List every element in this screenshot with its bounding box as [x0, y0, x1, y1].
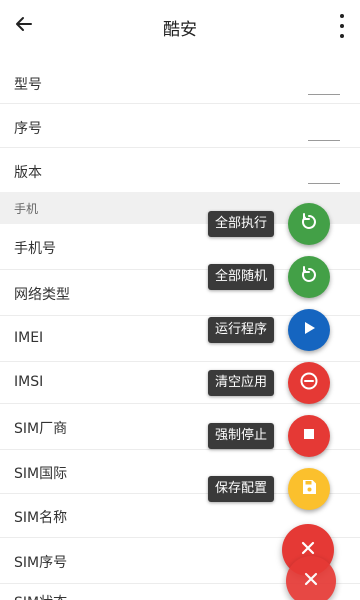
- field-label: 网络类型: [14, 287, 70, 303]
- field-label: IMSI: [14, 374, 44, 390]
- fab-label-force-stop[interactable]: 强制停止: [207, 423, 274, 449]
- field-label: SIM状态: [14, 592, 67, 600]
- field-label: SIM名称: [14, 510, 68, 526]
- field-row-model[interactable]: 型号: [0, 60, 360, 104]
- save-config-button[interactable]: [288, 468, 330, 510]
- field-value-empty: [308, 183, 340, 184]
- fab-label-run-app[interactable]: 运行程序: [207, 317, 274, 343]
- fab-label-clear-app[interactable]: 清空应用: [207, 370, 274, 396]
- field-label: 手机号: [14, 241, 56, 257]
- field-label: SIM序号: [14, 555, 68, 571]
- more-menu-button[interactable]: [334, 14, 350, 38]
- field-value-empty: [308, 140, 340, 141]
- fab-label-save-config[interactable]: 保存配置: [207, 476, 274, 502]
- randomize-all-button[interactable]: [288, 256, 330, 298]
- run-app-button[interactable]: [288, 309, 330, 351]
- refresh-icon: [299, 212, 319, 236]
- page-title: 酷安: [163, 20, 197, 40]
- save-icon: [300, 478, 318, 500]
- close-fab-shadow-button[interactable]: [286, 556, 336, 600]
- field-label: 版本: [14, 165, 42, 181]
- field-row-serial[interactable]: 序号: [0, 104, 360, 148]
- field-label: 型号: [14, 77, 42, 93]
- app-bar: 酷安: [0, 0, 360, 52]
- fab-label-randomize-all[interactable]: 全部随机: [207, 264, 274, 290]
- field-row-version[interactable]: 版本: [0, 148, 360, 190]
- field-label: SIM厂商: [14, 421, 68, 437]
- fab-label-execute-all[interactable]: 全部执行: [207, 211, 274, 237]
- field-label: IMEI: [14, 330, 44, 346]
- section-label: 手机: [14, 202, 39, 216]
- play-icon: [300, 319, 318, 341]
- force-stop-button[interactable]: [288, 415, 330, 457]
- field-label: SIM国际: [14, 466, 68, 482]
- field-label: 序号: [14, 121, 42, 137]
- refresh-icon: [299, 265, 319, 289]
- minus-circle-icon: [299, 371, 319, 395]
- more-vert-icon: [340, 14, 344, 18]
- execute-all-button[interactable]: [288, 203, 330, 245]
- stop-icon: [301, 426, 317, 446]
- field-value-empty: [308, 94, 340, 95]
- clear-app-button[interactable]: [288, 362, 330, 404]
- close-icon: [303, 571, 319, 591]
